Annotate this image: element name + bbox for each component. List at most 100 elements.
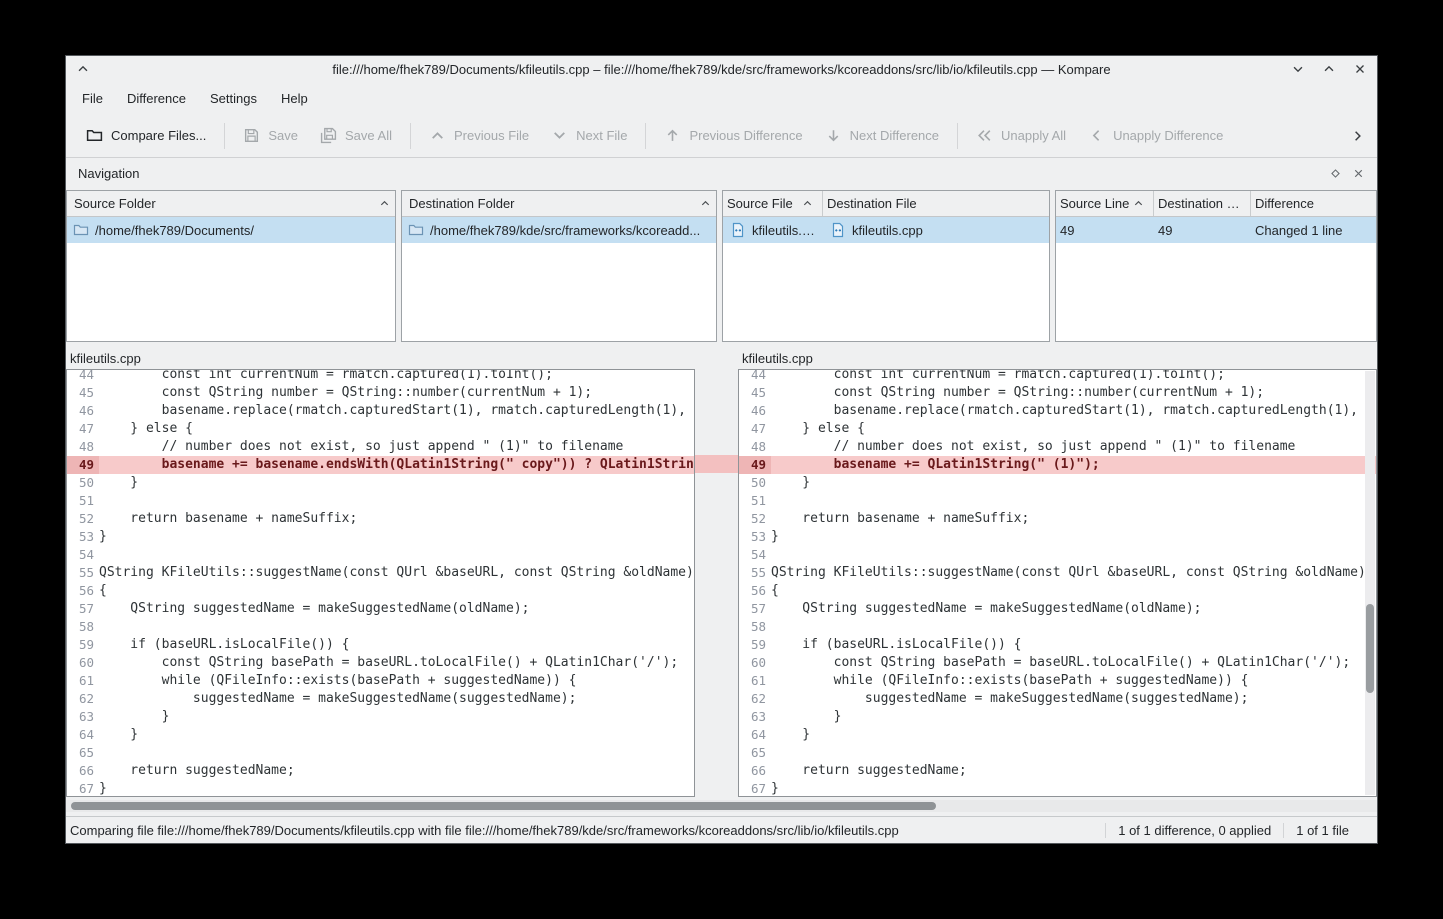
folder-icon — [408, 222, 424, 238]
line-number: 52 — [739, 510, 771, 528]
code-line-49-source[interactable]: 49 basename += basename.endsWith(QLatin1… — [67, 456, 694, 474]
code-line-58-destination: 58 — [739, 618, 1376, 636]
vertical-scrollbar[interactable] — [1365, 371, 1375, 795]
line-number: 65 — [67, 744, 99, 762]
line-text: const QString number = QString::number(c… — [99, 384, 694, 402]
code-line-52-source: 52 return basename + nameSuffix; — [67, 510, 694, 528]
next-file-button[interactable]: Next File — [541, 121, 637, 150]
menu-help[interactable]: Help — [269, 85, 320, 112]
line-text — [99, 546, 694, 564]
menu-settings[interactable]: Settings — [198, 85, 269, 112]
code-line-48-destination: 48 // number does not exist, so just app… — [739, 438, 1376, 456]
menu-difference[interactable]: Difference — [115, 85, 198, 112]
code-line-53-destination: 53} — [739, 528, 1376, 546]
code-line-59-source: 59 if (baseURL.isLocalFile()) { — [67, 636, 694, 654]
line-number: 47 — [67, 420, 99, 438]
code-line-63-source: 63 } — [67, 708, 694, 726]
unapply-all-button[interactable]: Unapply All — [966, 121, 1076, 150]
dock-close-icon[interactable] — [1352, 167, 1365, 180]
destination-file-column-header[interactable]: Destination File — [823, 191, 1049, 216]
save-button[interactable]: Save — [233, 121, 308, 150]
source-line-header-label: Source Line — [1060, 196, 1129, 211]
toolbar-overflow-button[interactable] — [1350, 128, 1365, 143]
previous-file-button[interactable]: Previous File — [419, 121, 539, 150]
code-line-55-destination: 55QString KFileUtils::suggestName(const … — [739, 564, 1376, 582]
line-text: if (baseURL.isLocalFile()) { — [99, 636, 694, 654]
line-number: 58 — [739, 618, 771, 636]
source-line-value: 49 — [1060, 223, 1074, 238]
close-button[interactable] — [1353, 62, 1367, 76]
line-number: 59 — [67, 636, 99, 654]
minimize-button[interactable] — [1291, 62, 1305, 76]
destination-line-header-label: Destination Line — [1158, 196, 1246, 211]
window-title: file:///home/fhek789/Documents/kfileutil… — [126, 62, 1317, 77]
window-shade-icon[interactable] — [76, 62, 90, 76]
line-number: 53 — [739, 528, 771, 546]
destination-folder-column-header[interactable]: Destination Folder — [402, 191, 716, 217]
line-number: 61 — [739, 672, 771, 690]
dock-float-icon[interactable] — [1329, 167, 1342, 180]
code-line-47-source: 47 } else { — [67, 420, 694, 438]
line-number: 54 — [739, 546, 771, 564]
save-all-button[interactable]: Save All — [310, 121, 402, 150]
line-number: 61 — [67, 672, 99, 690]
horizontal-scrollbar[interactable] — [66, 800, 1377, 812]
destination-file-name: kfileutils.cpp — [852, 223, 923, 238]
line-text — [99, 744, 694, 762]
save-icon — [243, 127, 260, 144]
destination-folder-row[interactable]: /home/fhek789/kde/src/frameworks/kcoread… — [402, 217, 716, 243]
unapply-difference-button[interactable]: Unapply Difference — [1078, 121, 1233, 150]
line-text: } — [99, 528, 694, 546]
code-line-62-source: 62 suggestedName = makeSuggestedName(sug… — [67, 690, 694, 708]
navigation-dock-titlebar[interactable]: Navigation — [66, 158, 1377, 188]
line-text: } — [99, 726, 694, 744]
line-text: } — [99, 474, 694, 492]
line-number: 58 — [67, 618, 99, 636]
destination-line-column-header[interactable]: Destination Line — [1154, 191, 1251, 216]
line-text: const QString basePath = baseURL.toLocal… — [771, 654, 1376, 672]
code-line-50-destination: 50 } — [739, 474, 1376, 492]
toolbar-button-label: Next Difference — [850, 128, 939, 143]
line-text: } — [771, 708, 1376, 726]
maximize-button[interactable] — [1322, 62, 1336, 76]
code-line-54-destination: 54 — [739, 546, 1376, 564]
menu-file[interactable]: File — [70, 85, 115, 112]
previous-difference-button[interactable]: Previous Difference — [654, 121, 812, 150]
files-row[interactable]: kfileutils.c... kfileutils.cpp — [723, 217, 1049, 243]
titlebar[interactable]: file:///home/fhek789/Documents/kfileutil… — [66, 56, 1377, 82]
line-number: 46 — [739, 402, 771, 420]
source-folder-row[interactable]: /home/fhek789/Documents/ — [67, 217, 395, 243]
line-number: 47 — [739, 420, 771, 438]
next-difference-button[interactable]: Next Difference — [815, 121, 949, 150]
code-line-48-source: 48 // number does not exist, so just app… — [67, 438, 694, 456]
source-file-column-header[interactable]: Source File — [723, 191, 823, 216]
line-number: 53 — [67, 528, 99, 546]
source-diff-pane[interactable]: 44 const int currentNum = rmatch.capture… — [66, 369, 695, 797]
destination-diff-pane[interactable]: 44 const int currentNum = rmatch.capture… — [738, 369, 1377, 797]
line-text: // number does not exist, so just append… — [99, 438, 694, 456]
desktop-background: file:///home/fhek789/Documents/kfileutil… — [0, 0, 1443, 919]
horizontal-scrollbar-thumb[interactable] — [71, 802, 936, 810]
toolbar-button-label: Compare Files... — [111, 128, 206, 143]
line-number: 51 — [67, 492, 99, 510]
difference-status: 1 of 1 difference, 0 applied — [1105, 823, 1283, 838]
destination-folder-path: /home/fhek789/kde/src/frameworks/kcoread… — [430, 223, 700, 238]
code-line-56-destination: 56{ — [739, 582, 1376, 600]
line-text — [771, 618, 1376, 636]
destination-line-value: 49 — [1158, 223, 1172, 238]
destination-pane-title: kfileutils.cpp — [738, 351, 1377, 366]
toolbar-separator — [645, 123, 646, 149]
difference-row[interactable]: 49 49 Changed 1 line — [1056, 217, 1376, 243]
code-line-47-destination: 47 } else { — [739, 420, 1376, 438]
vertical-scrollbar-thumb[interactable] — [1366, 604, 1374, 693]
code-line-49-destination[interactable]: 49 basename += QLatin1String(" (1)"); — [739, 456, 1376, 474]
source-line-column-header[interactable]: Source Line — [1056, 191, 1154, 216]
line-text: } — [771, 528, 1376, 546]
code-line-56-source: 56{ — [67, 582, 694, 600]
difference-column-header[interactable]: Difference — [1251, 191, 1376, 216]
line-number: 50 — [739, 474, 771, 492]
source-folder-column-header[interactable]: Source Folder — [67, 191, 395, 217]
line-number: 67 — [739, 780, 771, 797]
compare-files-button[interactable]: Compare Files... — [76, 121, 216, 150]
lines-panel: Source Line Destination Line Difference … — [1055, 190, 1377, 342]
